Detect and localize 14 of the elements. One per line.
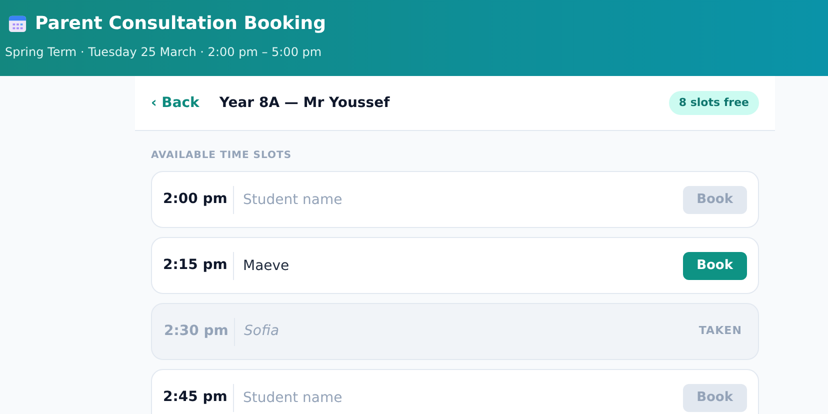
section-label: AVAILABLE TIME SLOTS — [151, 149, 293, 163]
session-info: Spring Term · Tuesday 25 March · 2:00 pm – 5:00 pm — [5, 44, 323, 61]
slot-time: 2:30 pm — [164, 322, 230, 341]
class-title: Year 8A — Mr Youssef — [219, 94, 391, 112]
calendar-icon — [8, 14, 27, 33]
student-name: Sofia — [244, 322, 280, 341]
back-link[interactable]: ‹ Back — [151, 92, 200, 114]
slots-free-badge: 8 slots free — [668, 90, 759, 116]
slot-time: 2:00 pm — [163, 190, 228, 209]
book-button[interactable]: Book — [682, 252, 747, 280]
slot-time: 2:45 pm — [163, 388, 228, 407]
app-title: Parent Consultation Booking — [35, 12, 326, 36]
taken-label: TAKEN — [698, 323, 742, 340]
slot-time: 2:15 pm — [163, 256, 228, 275]
